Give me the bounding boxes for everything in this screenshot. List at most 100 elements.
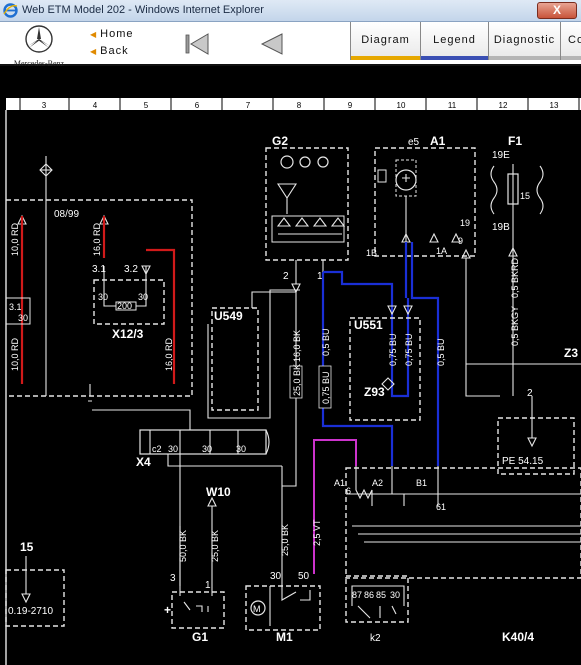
pe-reference-label: PE 54.15 [502, 456, 544, 467]
wiring-diagram[interactable]: .w{stroke:#e6e6e6;fill:none;stroke-width… [0, 66, 581, 665]
wire-label: 0,5 BU [321, 328, 331, 356]
home-label: Home [100, 28, 134, 40]
app-header: Mercedes-Benz ◀ Home ◀ Back Diagram Legend… [0, 22, 581, 68]
tab-diagram-label: Diagram [361, 34, 410, 46]
grid-number: 11 [448, 101, 457, 110]
tab-diagnostic[interactable]: Diagnostic [488, 22, 560, 60]
component-label: Z3 [564, 346, 578, 360]
pin-label: 19 [460, 218, 470, 228]
m1-starter[interactable]: M 25,0 BK 30 50 M1 [245, 524, 321, 644]
component-label: A1 [430, 134, 446, 148]
component-label: K40/4 [502, 630, 534, 644]
pin-label: 1 [205, 580, 211, 591]
pin-label: 19E [492, 150, 510, 161]
component-label: X12/3 [112, 327, 144, 341]
tab-legend[interactable]: Legend [420, 22, 488, 60]
pin-label: A2 [372, 478, 383, 488]
pin-label: 19B [492, 222, 510, 233]
pin-label: 30 [202, 444, 212, 454]
pe-reference[interactable]: Z3 2 PE 54.15 [466, 346, 581, 475]
component-label: U551 [354, 318, 383, 332]
close-window-button[interactable]: X [537, 2, 577, 19]
svg-text:M: M [253, 604, 261, 614]
grid-number: 8 [297, 101, 302, 110]
tab-components-label: Co [568, 34, 581, 46]
wire-number: 15 [20, 540, 34, 554]
pin-label: B1 [416, 478, 427, 488]
wire-label: 16,0 BK [292, 330, 302, 362]
svg-text:30: 30 [18, 313, 28, 323]
wire-label: 0,5 BU [436, 338, 446, 366]
tab-diagram[interactable]: Diagram [350, 22, 420, 60]
component-label: k2 [370, 633, 381, 644]
pin-label: 30 [270, 571, 282, 582]
grid-number: 5 [144, 101, 149, 110]
window-title: Web ETM Model 202 - Windows Internet Exp… [22, 4, 264, 16]
u549-connector[interactable]: U549 [207, 289, 300, 419]
previous-page-button[interactable] [258, 30, 286, 58]
grid-number: 3 [42, 101, 47, 110]
wire-label: 0,75 BU [388, 333, 398, 366]
grid-number: 13 [550, 101, 559, 110]
k40-4-relay-module[interactable]: A1 A2 B1 6 61 87 86 85 30 k2 K40/4 [334, 466, 581, 644]
pin-label: A1 [334, 478, 345, 488]
wire-label: 16,0 RD [164, 337, 174, 371]
wire-label: 0,5 BKGY [510, 306, 520, 346]
svg-text:3.1: 3.1 [9, 302, 22, 312]
pin-label: 3.1 [92, 264, 106, 275]
g1-battery[interactable]: W10 50,0 BK 25,0 BK 3 1 + G1 [164, 485, 231, 644]
window-titlebar: Web ETM Model 202 - Windows Internet Exp… [0, 0, 581, 22]
internet-explorer-icon [3, 3, 18, 18]
component-label: G2 [272, 134, 288, 148]
x12-3-connector[interactable]: 3.1 3.2 30 30 200 X12/3 [92, 248, 176, 384]
wire-label: 10,0 RD [10, 337, 20, 371]
component-label: M1 [276, 630, 293, 644]
component-label: W10 [206, 485, 231, 499]
component-label: X4 [136, 455, 151, 469]
component-label: U549 [214, 309, 243, 323]
pin-label: 2 [527, 388, 533, 399]
blue-wiring: 0,5 BU 0,75 BU 0,75 BU 0,75 BU 0,5 BU [318, 242, 446, 466]
pin-label: 3.2 [124, 264, 138, 275]
first-page-button[interactable] [183, 30, 211, 58]
component-label: G1 [192, 630, 208, 644]
date-code: 08/99 [54, 209, 79, 220]
wire-label: 16,0 RD [92, 222, 102, 256]
pin-label: 87 [352, 590, 362, 600]
wire-label: 50,0 BK [178, 530, 188, 562]
fuse-block[interactable]: 08/99 10,0 RD 16,0 RD 10,0 RD 16,0 RD 3.… [5, 156, 193, 402]
left-reference-label: 0.19-2710 [8, 606, 53, 617]
a1-instrument-cluster[interactable]: A1 e5 1B 1A 19 9 [366, 134, 500, 397]
wire-label: 2,5 VT [312, 519, 322, 546]
wire-label: 25,0 BK [280, 524, 290, 556]
orange-arrow-icon: ◀ [90, 47, 98, 56]
pin-label: 30 [98, 292, 108, 302]
pin-label: 30 [168, 444, 178, 454]
pin-label: 2 [283, 271, 289, 282]
back-link[interactable]: ◀ Back [90, 45, 129, 57]
f1-fuse[interactable]: F1 19E 15 19B 0,5 BKRD 0,5 BKGY [490, 134, 544, 396]
pin-label: 1A [436, 246, 447, 256]
tab-components[interactable]: Co [560, 22, 581, 60]
resistor-value: 200 [117, 301, 132, 311]
wire-label: 10,0 RD [10, 222, 20, 256]
wire-label: 25,0 BK [292, 364, 302, 396]
grid-number: 7 [246, 101, 251, 110]
component-label: Z93 [364, 385, 385, 399]
pin-label: 3 [170, 573, 176, 584]
pin-label: 30 [236, 444, 246, 454]
left-reference[interactable]: 15 0.19-2710 [5, 540, 65, 627]
wire-label: 0,75 BU [404, 333, 414, 366]
tab-diagnostic-label: Diagnostic [493, 34, 556, 46]
component-label: F1 [508, 134, 522, 148]
tab-legend-label: Legend [433, 34, 476, 46]
mercedes-logo: Mercedes-Benz [8, 24, 70, 68]
pin-label: c2 [152, 444, 162, 454]
grid-number: 9 [348, 101, 353, 110]
g2-alternator[interactable]: G2 2 1 [265, 134, 349, 294]
grid-number: 4 [93, 101, 98, 110]
home-link[interactable]: ◀ Home [90, 28, 134, 40]
grid-number: 6 [195, 101, 200, 110]
pin-label: 30 [138, 292, 148, 302]
orange-arrow-icon: ◀ [90, 30, 98, 39]
